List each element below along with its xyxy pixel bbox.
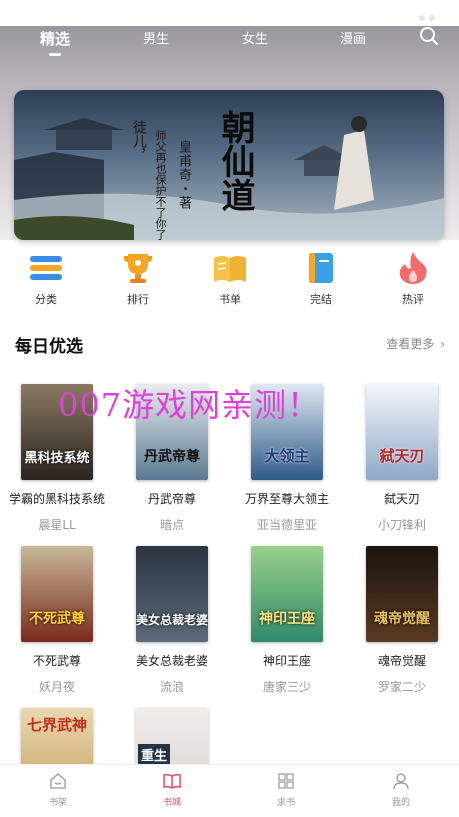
book-author: 暗点 [159, 518, 184, 532]
bottom-tab-bookshelf-label: 书架 [48, 798, 67, 808]
book-author: 流浪 [159, 680, 184, 694]
book-item[interactable]: 不死武尊 不死武尊 妖月夜 [7, 546, 107, 695]
category-classify[interactable]: 分类 [16, 250, 76, 307]
person-icon [391, 771, 411, 791]
open-book-icon [212, 250, 248, 286]
category-ranking[interactable]: 排行 [108, 250, 168, 307]
bottom-tab-mine-label: 我的 [391, 798, 410, 808]
book-title: 神印王座 [262, 654, 311, 668]
see-more-label: 查看更多 [386, 337, 435, 351]
category-booklist[interactable]: 书单 [200, 250, 260, 307]
book-cover-text: 丹武帝尊 [144, 449, 200, 465]
tab-featured-label: 精选 [40, 30, 71, 48]
banner-quote-line1: 徒儿， [131, 120, 147, 162]
book-cover-text: 魂帝觉醒 [374, 611, 430, 627]
book-author: 妖月夜 [38, 680, 75, 694]
book-item[interactable]: 弑天刃 弑天刃 小刀锋利 [352, 384, 452, 533]
book-cover: 神印王座 [251, 546, 323, 642]
book-cover-text: 黑科技系统 [24, 451, 90, 466]
bottom-tab-request[interactable]: 求书 [256, 771, 316, 808]
grid-icon [276, 771, 296, 791]
category-row: 分类 排行 书单 完结 热评 [0, 250, 459, 315]
banner-author: 皇甫奇・著 [176, 140, 191, 210]
category-hot-comments-label: 热评 [402, 293, 424, 306]
chevron-right-icon: › [440, 337, 445, 351]
bottom-nav: 书架 书城 求书 我的 [0, 764, 459, 817]
bottom-tab-request-label: 求书 [276, 798, 295, 808]
list-icon [28, 250, 64, 286]
book-cover-text: 大领主 [264, 447, 310, 465]
book-title: 美女总裁老婆 [135, 654, 208, 668]
watermark-text: 007游戏网亲测！ [58, 386, 321, 424]
tab-comics[interactable]: 漫画 [340, 28, 366, 47]
category-completed[interactable]: 完结 [291, 250, 351, 307]
tab-female[interactable]: 女生 [242, 28, 268, 47]
category-hot-comments[interactable]: 热评 [383, 250, 443, 307]
search-icon[interactable] [419, 26, 439, 46]
book-cover: 弑天刃 [366, 384, 438, 480]
book-cover: 魂帝觉醒 [366, 546, 438, 642]
book-author: 罗家二少 [377, 680, 426, 694]
banner-title: 朝仙道 [215, 110, 255, 212]
book-cover: 不死武尊 [21, 546, 93, 642]
book-cover-text: 美女总裁老婆 [136, 613, 208, 627]
bottom-tab-mine[interactable]: 我的 [371, 771, 431, 808]
category-classify-label: 分类 [35, 293, 57, 306]
book-title: 魂帝觉醒 [377, 654, 426, 668]
tab-male-label: 男生 [143, 32, 170, 47]
tab-female-label: 女生 [242, 32, 269, 47]
book-author: 晨星LL [38, 518, 76, 532]
tab-comics-label: 漫画 [340, 32, 367, 47]
book-item[interactable]: 神印王座 神印王座 唐家三少 [237, 546, 337, 695]
book-title: 万界至尊大领主 [244, 492, 329, 506]
bottom-tab-bookstore[interactable]: 书城 [142, 771, 202, 808]
see-more-link[interactable]: 查看更多 › [386, 335, 445, 352]
book-cover-text: 不死武尊 [29, 611, 85, 627]
book-title: 弑天刃 [383, 492, 420, 506]
trophy-icon [120, 250, 156, 286]
book-author: 唐家三少 [262, 680, 311, 694]
tab-active-indicator [49, 53, 61, 56]
bottom-tab-bookstore-label: 书城 [162, 798, 181, 808]
category-completed-label: 完结 [310, 293, 332, 306]
status-bar [0, 0, 459, 26]
top-nav: 精选 男生 女生 漫画 [0, 26, 459, 66]
open-book-icon [162, 771, 182, 791]
book-cover-text: 七界武神 [26, 716, 87, 734]
book-icon [303, 250, 339, 286]
section-title: 每日优选 [15, 337, 83, 357]
tab-featured[interactable]: 精选 [40, 28, 70, 56]
tab-male[interactable]: 男生 [143, 28, 169, 47]
book-item[interactable]: 美女总裁老婆 美女总裁老婆 流浪 [122, 546, 222, 695]
book-author: 亚当德里亚 [256, 518, 317, 532]
book-author: 小刀锋利 [377, 518, 426, 532]
category-booklist-label: 书单 [219, 293, 241, 306]
book-cover-text: 重生 [138, 744, 171, 765]
book-item[interactable]: 魂帝觉醒 魂帝觉醒 罗家二少 [352, 546, 452, 695]
book-title: 学霸的黑科技系统 [8, 492, 105, 506]
banner-quote-line2: 师父再也保护不了你了 [154, 130, 167, 240]
book-cover-text: 神印王座 [259, 611, 315, 627]
book-title: 不死武尊 [32, 654, 81, 668]
category-ranking-label: 排行 [127, 293, 149, 306]
book-cover: 美女总裁老婆 [136, 546, 208, 642]
book-cover-text: 弑天刃 [379, 447, 425, 465]
bottom-tab-bookshelf[interactable]: 书架 [28, 771, 88, 808]
home-icon [48, 771, 68, 791]
featured-banner[interactable]: 朝仙道 皇甫奇・著 徒儿， 师父再也保护不了你了 [14, 90, 444, 240]
book-title: 丹武帝尊 [147, 492, 196, 506]
flame-icon [395, 250, 431, 286]
